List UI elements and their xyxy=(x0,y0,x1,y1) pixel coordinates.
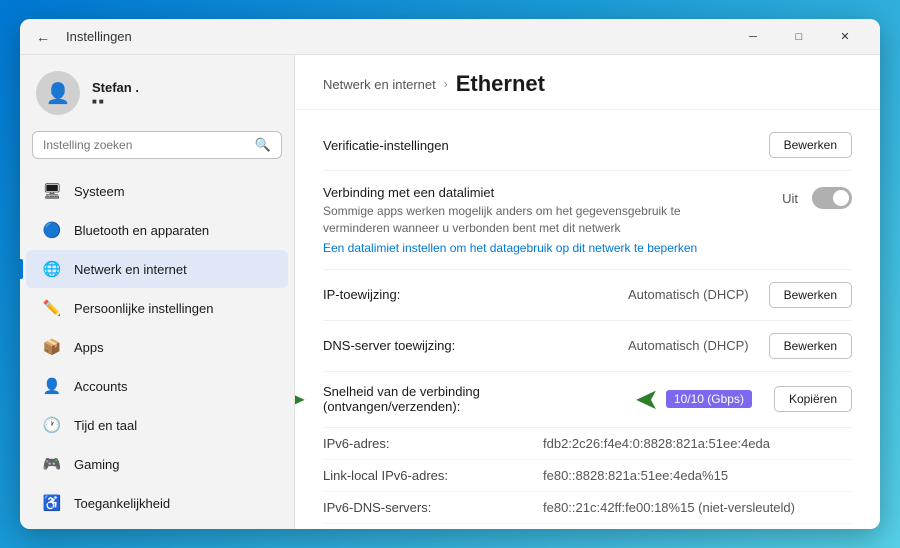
speed-info: Snelheid van de verbinding (ontvangen/ve… xyxy=(323,384,624,414)
persoonlijk-icon: ✏️ xyxy=(42,298,62,318)
breadcrumb-separator: › xyxy=(444,77,448,91)
datalimiet-desc: Sommige apps werken mogelijk anders om h… xyxy=(323,203,683,237)
sidebar-item-label: Toegankelijkheid xyxy=(74,496,170,511)
bluetooth-icon: 🔵 xyxy=(42,220,62,240)
titlebar: ← Instellingen ─ □ ✕ xyxy=(20,19,880,55)
linklocal-row: Link-local IPv6-adres: fe80::8828:821a:5… xyxy=(323,460,852,492)
search-input[interactable] xyxy=(43,138,247,152)
user-profile: 👤 Stefan . ■■ xyxy=(20,55,294,127)
apps-icon: 📦 xyxy=(42,337,62,357)
left-arrow-icon: ➤ xyxy=(295,384,305,415)
datalimiet-toggle[interactable] xyxy=(812,187,852,209)
dns-info: DNS-server toewijzing: xyxy=(323,338,616,353)
netwerk-icon: 🌐 xyxy=(42,259,62,279)
sidebar-item-privacy[interactable]: 🔒 Privacy & beveiliging xyxy=(26,523,288,529)
settings-window: ← Instellingen ─ □ ✕ 👤 Stefan . ■■ 🔍 xyxy=(20,19,880,529)
user-name: Stefan . xyxy=(92,80,139,95)
window-controls: ─ □ ✕ xyxy=(730,19,868,55)
avatar-icon: 👤 xyxy=(46,81,71,106)
sidebar-item-netwerk[interactable]: 🌐 Netwerk en internet xyxy=(26,250,288,288)
datalimiet-toggle-label: Uit xyxy=(782,191,798,206)
sidebar-item-label: Accounts xyxy=(74,379,127,394)
datalimiet-link[interactable]: Een datalimiet instellen om het datagebr… xyxy=(323,241,770,255)
verificatie-button[interactable]: Bewerken xyxy=(769,132,852,158)
dns-label: DNS-server toewijzing: xyxy=(323,338,616,353)
datalimiet-label: Verbinding met een datalimiet xyxy=(323,185,770,200)
minimize-button[interactable]: ─ xyxy=(730,19,776,55)
sidebar-item-persoonlijk[interactable]: ✏️ Persoonlijke instellingen xyxy=(26,289,288,327)
toggle-knob xyxy=(833,190,849,206)
ipv6dns-row: IPv6-DNS-servers: fe80::21c:42ff:fe00:18… xyxy=(323,492,852,524)
sidebar-item-label: Bluetooth en apparaten xyxy=(74,223,209,238)
sidebar: 👤 Stefan . ■■ 🔍 🖥 Systeem 🔵 Bluetoo xyxy=(20,55,295,529)
ipv4-row: IPv4-adres: 10.211.55.14 xyxy=(323,524,852,529)
verificatie-label: Verificatie-instellingen xyxy=(323,138,757,153)
sidebar-item-toegankelijkheid[interactable]: ♿ Toegankelijkheid xyxy=(26,484,288,522)
close-button[interactable]: ✕ xyxy=(822,19,868,55)
ip-info: IP-toewijzing: xyxy=(323,287,616,302)
accounts-icon: 👤 xyxy=(42,376,62,396)
maximize-button[interactable]: □ xyxy=(776,19,822,55)
content-area: 👤 Stefan . ■■ 🔍 🖥 Systeem 🔵 Bluetoo xyxy=(20,55,880,529)
ip-row: IP-toewijzing: Automatisch (DHCP) Bewerk… xyxy=(323,270,852,321)
toegankelijkheid-icon: ♿ xyxy=(42,493,62,513)
search-box: 🔍 xyxy=(32,131,282,159)
systeem-icon: 🖥 xyxy=(42,181,62,201)
avatar: 👤 xyxy=(36,71,80,115)
dns-button[interactable]: Bewerken xyxy=(769,333,852,359)
speed-row: ➤ Snelheid van de verbinding (ontvangen/… xyxy=(323,372,852,428)
speed-label: Snelheid van de verbinding (ontvangen/ve… xyxy=(323,384,624,414)
linklocal-label: Link-local IPv6-adres: xyxy=(323,468,543,483)
page-header: Netwerk en internet › Ethernet xyxy=(295,55,880,110)
ipv6dns-value: fe80::21c:42ff:fe00:18%15 (niet-versleut… xyxy=(543,500,795,515)
dns-value: Automatisch (DHCP) xyxy=(628,338,749,353)
ipv6-value: fdb2:2c26:f4e4:0:8828:821a:51ee:4eda xyxy=(543,436,770,451)
sidebar-item-label: Systeem xyxy=(74,184,125,199)
datalimiet-info: Verbinding met een datalimiet Sommige ap… xyxy=(323,185,770,255)
breadcrumb-current: Ethernet xyxy=(456,71,545,97)
datalimiet-row: Verbinding met een datalimiet Sommige ap… xyxy=(323,171,852,270)
sidebar-item-label: Netwerk en internet xyxy=(74,262,187,277)
sidebar-item-bluetooth[interactable]: 🔵 Bluetooth en apparaten xyxy=(26,211,288,249)
user-dots: ■■ xyxy=(92,97,139,106)
main-content: Netwerk en internet › Ethernet Verificat… xyxy=(295,55,880,529)
linklocal-value: fe80::8828:821a:51ee:4eda%15 xyxy=(543,468,728,483)
ipv6dns-label: IPv6-DNS-servers: xyxy=(323,500,543,515)
back-button[interactable]: ← xyxy=(32,25,54,49)
verificatie-row: Verificatie-instellingen Bewerken xyxy=(323,120,852,171)
sidebar-item-tijd[interactable]: 🕐 Tijd en taal xyxy=(26,406,288,444)
sidebar-item-label: Persoonlijke instellingen xyxy=(74,301,213,316)
main-body: Verificatie-instellingen Bewerken Verbin… xyxy=(295,110,880,529)
breadcrumb-parent: Netwerk en internet xyxy=(323,77,436,92)
window-title: Instellingen xyxy=(66,29,730,44)
search-icon[interactable]: 🔍 xyxy=(255,137,271,153)
sidebar-nav: 🖥 Systeem 🔵 Bluetooth en apparaten 🌐 Net… xyxy=(20,171,294,529)
ip-button[interactable]: Bewerken xyxy=(769,282,852,308)
sidebar-item-gaming[interactable]: 🎮 Gaming xyxy=(26,445,288,483)
sidebar-item-accounts[interactable]: 👤 Accounts xyxy=(26,367,288,405)
sidebar-item-apps[interactable]: 📦 Apps xyxy=(26,328,288,366)
speed-value: 10/10 (Gbps) xyxy=(666,390,752,408)
ip-value: Automatisch (DHCP) xyxy=(628,287,749,302)
ipv6-label: IPv6-adres: xyxy=(323,436,543,451)
sidebar-item-label: Apps xyxy=(74,340,104,355)
sidebar-item-systeem[interactable]: 🖥 Systeem xyxy=(26,172,288,210)
ip-label: IP-toewijzing: xyxy=(323,287,616,302)
breadcrumb: Netwerk en internet › Ethernet xyxy=(323,71,852,97)
verificatie-info: Verificatie-instellingen xyxy=(323,138,757,153)
right-arrow-icon: ➤ xyxy=(636,384,658,415)
sidebar-item-label: Tijd en taal xyxy=(74,418,137,433)
user-info: Stefan . ■■ xyxy=(92,80,139,106)
speed-button[interactable]: Kopiëren xyxy=(774,386,852,412)
gaming-icon: 🎮 xyxy=(42,454,62,474)
tijd-icon: 🕐 xyxy=(42,415,62,435)
sidebar-item-label: Gaming xyxy=(74,457,120,472)
ipv6-row: IPv6-adres: fdb2:2c26:f4e4:0:8828:821a:5… xyxy=(323,428,852,460)
dns-row: DNS-server toewijzing: Automatisch (DHCP… xyxy=(323,321,852,372)
